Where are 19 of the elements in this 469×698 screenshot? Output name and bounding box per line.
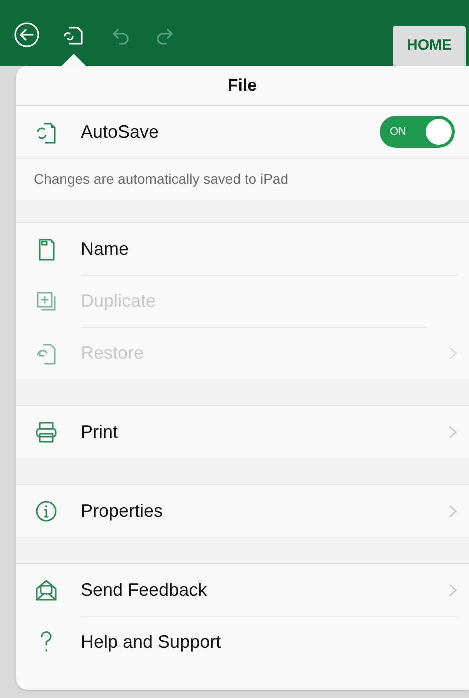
chevron-right-icon xyxy=(449,584,457,596)
chevron-right-icon xyxy=(449,426,457,438)
autosave-label: AutoSave xyxy=(81,120,160,144)
menu-item[interactable]: Help and Support xyxy=(16,616,469,668)
envelope-icon xyxy=(34,578,59,602)
back-icon xyxy=(14,22,40,48)
autosave-toggle[interactable]: ON xyxy=(380,116,455,148)
menu-item[interactable]: Print xyxy=(16,406,469,458)
panel-title: File xyxy=(228,74,258,97)
document-sync-icon xyxy=(62,24,86,48)
autosave-caption: Changes are automatically saved to iPad xyxy=(34,170,288,189)
home-tab[interactable]: HOME xyxy=(393,26,466,66)
menu-item[interactable]: Properties xyxy=(16,485,469,537)
chevron-right-icon xyxy=(449,346,457,360)
menu-item[interactable]: Send Feedback xyxy=(16,564,469,616)
menu-item[interactable]: Name xyxy=(16,223,469,275)
info-icon xyxy=(34,498,59,524)
chevron-right-icon xyxy=(449,504,457,518)
printer-icon xyxy=(34,420,59,444)
